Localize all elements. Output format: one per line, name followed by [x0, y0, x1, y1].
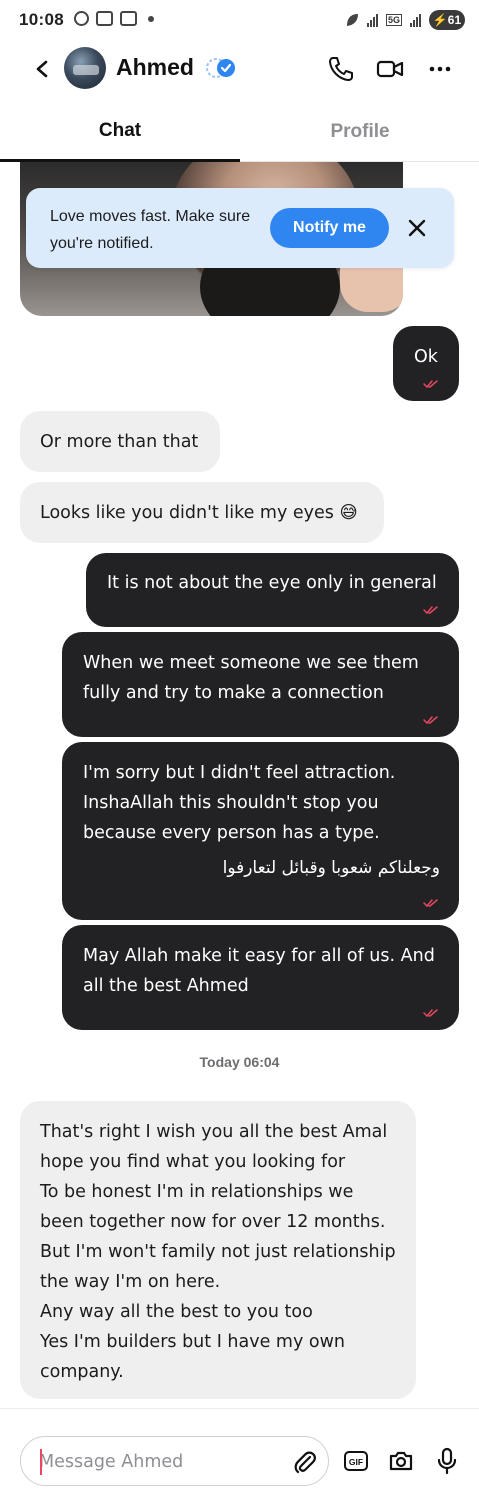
message-text: That's right I wish you all the best Ama…: [40, 1122, 396, 1382]
contact-name[interactable]: Ahmed: [116, 54, 194, 81]
read-receipt-icon: [423, 606, 438, 615]
message-bubble-outgoing[interactable]: Ok: [393, 326, 459, 401]
date-separator: Today 06:04: [199, 1054, 280, 1070]
attachment-icon[interactable]: [291, 1448, 319, 1476]
message-bubble-outgoing[interactable]: May Allah make it easy for all of us. An…: [62, 925, 459, 1030]
notify-me-button[interactable]: Notify me: [270, 208, 389, 248]
notification-banner: Love moves fast. Make sure you're notifi…: [26, 188, 454, 268]
text-caret: [40, 1449, 42, 1475]
tab-profile[interactable]: Profile: [240, 102, 479, 162]
message-bubble-outgoing[interactable]: I'm sorry but I didn't feel attraction. …: [62, 742, 459, 920]
signal-icon: [366, 13, 378, 27]
more-notifications-icon: [148, 15, 154, 22]
message-text: Looks like you didn't like my eyes 😅: [40, 503, 358, 523]
battery-indicator: ⚡ 61: [429, 10, 465, 30]
battery-level: 61: [447, 13, 462, 27]
status-time: 10:08: [19, 10, 64, 29]
verified-badge-icon: [206, 58, 235, 78]
tab-bar: Chat Profile: [0, 102, 479, 162]
status-bar: 10:08 5G ⚡ 61: [0, 0, 479, 40]
chat-header: Ahmed: [0, 40, 479, 102]
mosque-icon: [120, 11, 137, 26]
more-options-icon[interactable]: [425, 54, 455, 84]
leaf-icon: [346, 14, 358, 26]
message-bubble-outgoing[interactable]: It is not about the eye only in general: [86, 553, 459, 627]
message-input[interactable]: [39, 1449, 289, 1475]
read-receipt-icon: [423, 899, 438, 908]
notification-icons: [74, 11, 154, 26]
instagram-icon: [74, 11, 89, 26]
message-text: May Allah make it easy for all of us. An…: [83, 946, 435, 996]
message-bubble-incoming[interactable]: Looks like you didn't like my eyes 😅: [20, 482, 384, 543]
video-call-icon[interactable]: [375, 54, 405, 84]
close-icon[interactable]: [406, 217, 428, 239]
message-text: I'm sorry but I didn't feel attraction. …: [83, 763, 396, 843]
svg-text:GIF: GIF: [349, 1457, 363, 1467]
camera-icon[interactable]: [387, 1447, 415, 1475]
message-composer: GIF: [0, 1408, 479, 1500]
gif-icon[interactable]: GIF: [343, 1449, 369, 1473]
phone-icon[interactable]: [326, 54, 356, 84]
read-receipt-icon: [423, 380, 438, 389]
message-text: When we meet someone we see them fully a…: [83, 653, 419, 703]
avatar[interactable]: [64, 47, 106, 89]
signal-icon-2: [410, 13, 421, 27]
message-input-wrapper: [20, 1436, 329, 1486]
tab-chat[interactable]: Chat: [0, 102, 240, 162]
network-type: 5G: [385, 14, 402, 26]
message-bubble-incoming[interactable]: Or more than that: [20, 411, 220, 472]
message-text-arabic: وجعلناكم شعوبا وقبائل لتعارفوا: [222, 858, 440, 878]
message-text: Or more than that: [40, 432, 199, 452]
back-arrow-icon[interactable]: [30, 54, 56, 84]
read-receipt-icon: [423, 716, 438, 725]
microphone-icon[interactable]: [434, 1446, 460, 1476]
message-text: It is not about the eye only in general: [107, 573, 437, 593]
banner-text: Love moves fast. Make sure you're notifi…: [50, 208, 251, 252]
game-icon: [96, 11, 113, 26]
message-text: Ok: [414, 347, 438, 367]
message-bubble-outgoing[interactable]: When we meet someone we see them fully a…: [62, 632, 459, 737]
message-bubble-incoming[interactable]: That's right I wish you all the best Ama…: [20, 1101, 416, 1399]
read-receipt-icon: [423, 1009, 438, 1018]
